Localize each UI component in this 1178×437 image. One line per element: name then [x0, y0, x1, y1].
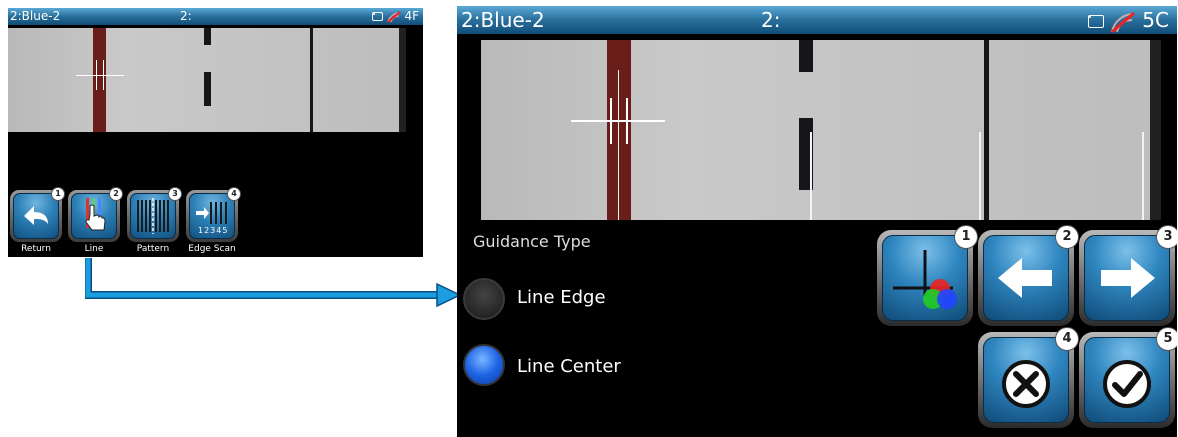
arrow-left-button[interactable]: 2	[978, 225, 1079, 326]
confirm-check-icon	[1103, 360, 1151, 408]
button-number-badge: 1	[954, 225, 978, 249]
large-camera-view	[481, 40, 1161, 220]
cancel-button[interactable]: 4	[978, 327, 1079, 428]
large-status-area: 5C	[1087, 6, 1169, 34]
return-arrow-icon	[24, 206, 48, 225]
dash-mark	[204, 72, 211, 106]
crosshair-horizontal	[571, 120, 665, 122]
line-pointer-icon	[85, 198, 106, 231]
camera-icon	[1087, 15, 1104, 28]
small-screen: 2:Blue-2 2: 4F 1 Return 2 Line 3 Pattern…	[8, 8, 423, 257]
small-title-bar: 2:Blue-2 2: 4F	[8, 8, 423, 25]
crosshair-vertical	[610, 98, 612, 144]
confirm-button[interactable]: 5	[1079, 327, 1177, 428]
button-number-badge: 4	[1055, 327, 1079, 351]
pattern-button[interactable]: 3	[127, 187, 182, 242]
connector-arrow	[85, 258, 462, 308]
dark-edge-line	[310, 28, 313, 132]
color-crosshair-button[interactable]: 1	[877, 225, 978, 326]
large-screen: 2:Blue-2 2: 5C Guidance Type Line Edge L…	[457, 6, 1177, 437]
line-edge-label[interactable]: Line Edge	[517, 287, 606, 308]
arrow-right-icon	[1101, 258, 1155, 298]
button-number-badge: 2	[109, 187, 123, 201]
button-number-badge: 1	[51, 187, 65, 201]
right-edge	[399, 28, 406, 132]
line-label: Line	[84, 244, 104, 254]
small-status-code: 4F	[404, 9, 419, 23]
arrow-left-icon	[998, 258, 1052, 298]
large-status-code: 5C	[1142, 8, 1169, 32]
guide-line-center	[618, 70, 619, 220]
edge-line	[1142, 132, 1144, 220]
pattern-icon	[137, 198, 169, 234]
cancel-icon	[1002, 360, 1050, 408]
small-title-left: 2:Blue-2	[10, 9, 61, 23]
button-number-badge: 3	[168, 187, 182, 201]
edge-scan-digits: 12345	[198, 226, 229, 235]
return-label: Return	[21, 244, 51, 254]
guide-line-stripe	[93, 28, 106, 132]
edge-line	[979, 132, 981, 220]
crosshair-horizontal	[76, 75, 124, 76]
large-title-mid: 2:	[761, 8, 781, 32]
large-title-left: 2:Blue-2	[461, 8, 545, 32]
crosshair-vertical	[626, 98, 628, 144]
button-number-badge: 5	[1156, 327, 1177, 351]
small-camera-view	[8, 28, 406, 132]
button-number-badge: 3	[1156, 225, 1177, 249]
camera-icon	[371, 12, 383, 21]
edge-scan-button[interactable]: 12345 4	[186, 187, 241, 242]
small-title-mid: 2:	[180, 9, 192, 23]
line-center-label[interactable]: Line Center	[517, 356, 621, 377]
signal-off-icon	[1110, 11, 1136, 33]
dark-edge-line	[984, 40, 989, 220]
edge-scan-label: Edge Scan	[188, 244, 236, 254]
dash-mark	[799, 40, 813, 72]
line-center-radio[interactable]	[463, 344, 505, 386]
large-title-bar: 2:Blue-2 2: 5C	[457, 6, 1177, 34]
pattern-label: Pattern	[136, 244, 170, 254]
guidance-type-heading: Guidance Type	[473, 232, 591, 251]
crosshair-vertical	[103, 60, 104, 90]
return-button[interactable]: 1	[10, 187, 65, 242]
signal-off-icon	[386, 10, 401, 23]
right-edge	[1150, 40, 1161, 220]
arrow-right-button[interactable]: 3	[1079, 225, 1177, 326]
line-edge-radio[interactable]	[463, 278, 505, 320]
crosshair-vertical	[96, 60, 97, 90]
dash-mark	[204, 28, 211, 45]
color-crosshair-icon	[893, 250, 957, 309]
small-status-area: 4F	[371, 8, 419, 25]
button-number-badge: 2	[1055, 225, 1079, 249]
line-button[interactable]: 2	[68, 187, 123, 242]
edge-line	[810, 132, 812, 220]
button-number-badge: 4	[227, 187, 241, 201]
